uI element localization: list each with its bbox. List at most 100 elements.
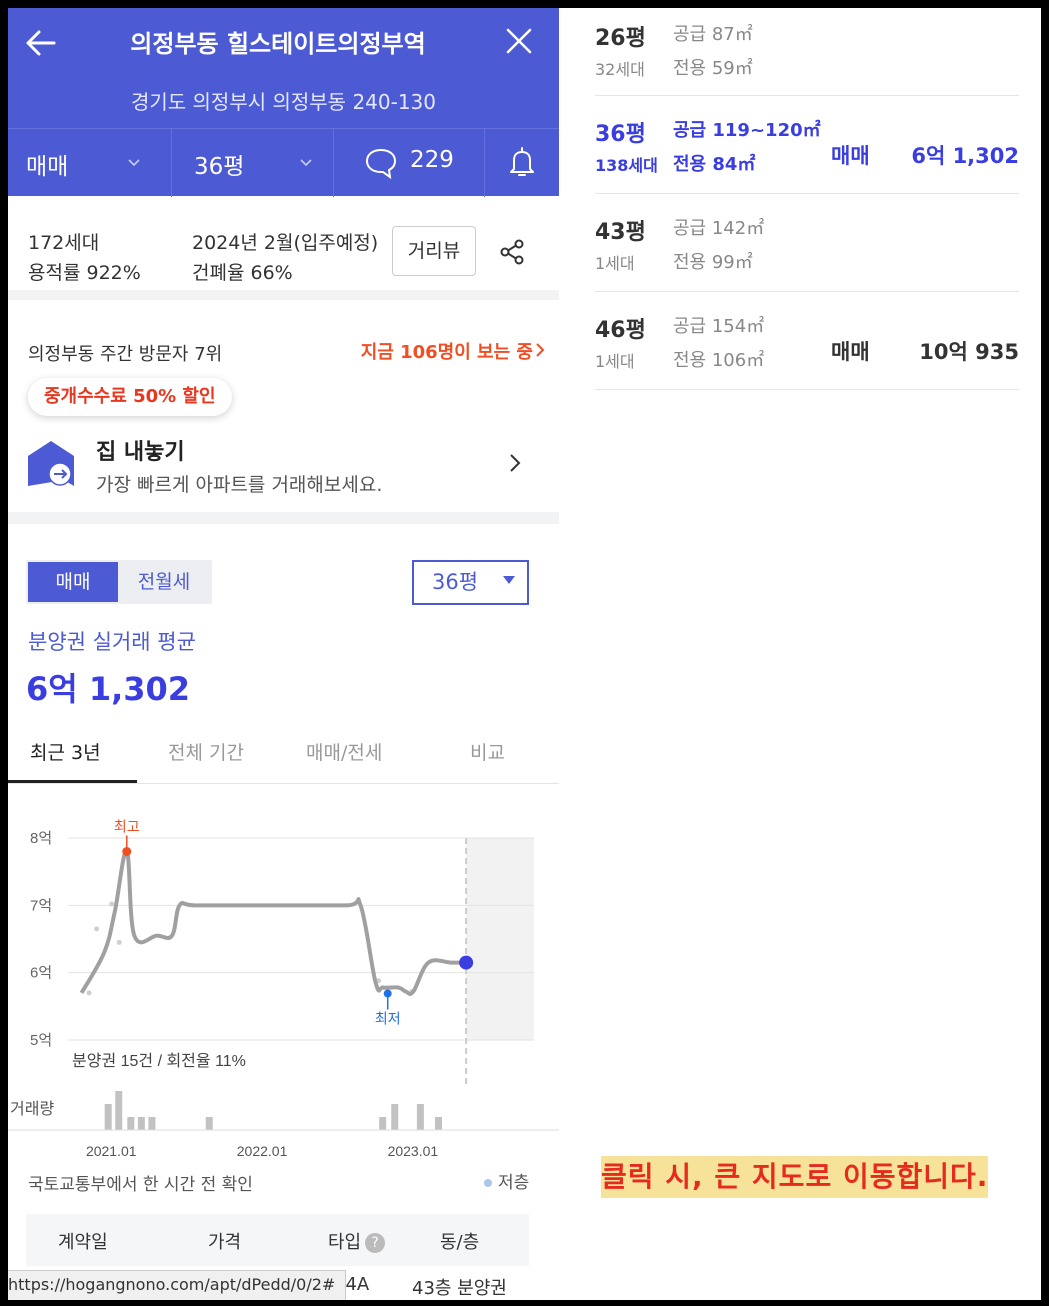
price-chart[interactable]: 8억 7억 6억 5억 최고최저분양권 15건 / 회전율 11% 거래량 2021.01 2… — [8, 798, 559, 1168]
size-label: 36평 — [194, 154, 245, 180]
col-type-label: 타입 — [328, 1232, 362, 1253]
size-supply-area: 공급 154㎡ — [673, 316, 765, 337]
size-trade-type: 매매 — [831, 144, 870, 168]
share-icon[interactable] — [498, 238, 526, 266]
data-source-note: 국토교통부에서 한 시간 전 확인 — [28, 1175, 253, 1195]
volume-bar — [416, 1104, 424, 1130]
list-house-banner[interactable]: 집 내놓기 가장 빠르게 아파트를 거래해보세요. — [8, 398, 559, 524]
volume-bar — [148, 1117, 156, 1130]
tab-compare[interactable]: 비교 — [470, 738, 505, 765]
future-region — [466, 838, 534, 1040]
tab-all-period[interactable]: 전체 기간 — [168, 738, 244, 765]
tab-rent[interactable]: 전월세 — [118, 562, 210, 602]
size-supply-area: 공급 119~120㎡ — [673, 120, 821, 141]
volume-bar — [115, 1091, 123, 1130]
transaction-point[interactable] — [86, 990, 92, 996]
volume-bar — [104, 1104, 112, 1130]
weekly-visitor-rank: 의정부동 주간 방문자 7위 — [28, 344, 223, 365]
comment-count: 229 — [410, 147, 454, 173]
size-pyeong: 36평 — [595, 122, 646, 147]
size-supply-area: 공급 142㎡ — [673, 218, 765, 239]
comments-button[interactable]: 229 — [334, 129, 485, 197]
street-view-button[interactable]: 거리뷰 — [392, 226, 476, 276]
size-exclusive-area: 전용 59㎡ — [673, 58, 753, 79]
x-tick-label: 2021.01 — [86, 1143, 137, 1159]
low-label: 최저 — [375, 1011, 401, 1027]
transaction-point[interactable] — [109, 901, 115, 907]
tab-recent-3y[interactable]: 최근 3년 — [30, 738, 101, 765]
high-label: 최고 — [114, 818, 140, 834]
size-list-panel: 26평 32세대 공급 87㎡ 전용 59㎡ 36평 138세대 공급 119~120㎡ 전용… — [559, 8, 1041, 1300]
current-price-point[interactable] — [459, 955, 474, 970]
size-pyeong: 43평 — [595, 220, 646, 245]
y-tick-label: 7억 — [30, 897, 52, 914]
size-households: 138세대 — [595, 156, 658, 175]
size-latest-price: 10억 935 — [919, 340, 1019, 364]
fee-discount-badge: 중개수수료 50% 할인 — [28, 378, 232, 416]
now-viewing: 지금 106명이 보는 중 — [360, 342, 533, 363]
x-tick-label: 2023.01 — [388, 1143, 439, 1159]
y-tick-label: 8억 — [30, 830, 52, 847]
households: 172세대 — [28, 232, 100, 254]
transaction-point[interactable] — [94, 926, 100, 932]
size-list-item[interactable]: 36평 138세대 공급 119~120㎡ 전용 84㎡ 매매 6억 1,302 — [595, 96, 1019, 194]
size-supply-area: 공급 87㎡ — [673, 24, 753, 45]
chevron-down-icon — [300, 159, 312, 167]
caret-down-icon — [503, 576, 515, 584]
volume-bar — [391, 1104, 399, 1130]
floor-area-ratio: 용적률 922% — [28, 262, 141, 284]
size-exclusive-area: 전용 99㎡ — [673, 252, 753, 273]
help-icon[interactable]: ? — [365, 1233, 386, 1253]
apartment-title: 의정부동 힐스테이트의정부역 — [130, 30, 426, 58]
size-pyeong: 46평 — [595, 318, 646, 343]
volume-label: 거래량 — [10, 1100, 54, 1118]
size-dropdown[interactable]: 36평 — [172, 129, 334, 197]
low-floor-dot — [484, 1179, 492, 1187]
chevron-right-icon — [510, 454, 521, 472]
back-arrow-icon[interactable] — [24, 26, 58, 60]
size-select[interactable]: 36평 — [412, 560, 529, 605]
legend-low-floor: 저층 — [484, 1168, 529, 1193]
apartment-detail-panel: 의정부동 힐스테이트의정부역 경기도 의정부시 의정부동 240-130 매매 … — [8, 8, 559, 1300]
size-latest-price: 6억 1,302 — [911, 144, 1019, 168]
volume-bar — [137, 1117, 145, 1130]
period-tabs: 최근 3년 전체 기간 매매/전세 비교 — [8, 728, 559, 784]
trade-type-dropdown[interactable]: 매매 — [8, 129, 172, 197]
detail-header: 의정부동 힐스테이트의정부역 경기도 의정부시 의정부동 240-130 매매 … — [8, 8, 559, 197]
size-households: 32세대 — [595, 60, 645, 79]
tab-sale-jeonse[interactable]: 매매/전세 — [306, 738, 382, 765]
col-contract-date: 계약일 — [58, 1232, 108, 1253]
tab-sale[interactable]: 매매 — [28, 562, 118, 602]
average-price-label: 분양권 실거래 평균 — [28, 630, 196, 654]
screenshot-frame: 의정부동 힐스테이트의정부역 경기도 의정부시 의정부동 240-130 매매 … — [0, 0, 1049, 1306]
col-price: 가격 — [208, 1232, 242, 1253]
house-sell-icon — [28, 441, 74, 486]
size-trade-type: 매매 — [831, 340, 870, 364]
coverage-ratio: 건폐율 66% — [192, 262, 293, 284]
size-list-item[interactable]: 43평 1세대 공급 142㎡ 전용 99㎡ — [595, 194, 1019, 292]
size-pyeong: 26평 — [595, 26, 646, 51]
notification-button[interactable] — [485, 129, 559, 197]
apartment-address: 경기도 의정부시 의정부동 240-130 — [130, 90, 437, 114]
transaction-point[interactable] — [116, 939, 122, 945]
list-house-subtitle: 가장 빠르게 아파트를 거래해보세요. — [96, 474, 383, 496]
turnover-stats: 분양권 15건 / 회전율 11% — [72, 1052, 246, 1070]
map-navigation-notice[interactable]: 클릭 시, 큰 지도로 이동합니다. — [601, 1156, 989, 1198]
y-tick-label: 6억 — [30, 965, 52, 982]
y-tick-label: 5억 — [30, 1032, 52, 1049]
volume-bar — [205, 1117, 213, 1130]
bell-icon — [510, 147, 534, 176]
size-list-item[interactable]: 46평 1세대 공급 154㎡ 전용 106㎡ 매매 10억 935 — [595, 292, 1019, 390]
close-icon[interactable] — [504, 26, 534, 56]
active-tab-underline — [8, 780, 137, 783]
visitor-rank-row[interactable]: 의정부동 주간 방문자 7위 지금 106명이 보는 중 — [8, 310, 559, 382]
chevron-right-icon — [536, 343, 545, 357]
row-floor: 43층 분양권 — [412, 1278, 507, 1299]
size-select-value: 36평 — [432, 570, 479, 594]
trade-type-label: 매매 — [26, 154, 69, 180]
volume-bar — [379, 1117, 387, 1130]
size-households: 1세대 — [595, 254, 635, 273]
trade-toggle: 매매 전월세 — [26, 560, 212, 604]
size-list-item[interactable]: 26평 32세대 공급 87㎡ 전용 59㎡ — [595, 8, 1019, 96]
apartment-info: 172세대 용적률 922% 2024년 2월(입주예정) 건폐율 66% 거리… — [8, 196, 559, 300]
